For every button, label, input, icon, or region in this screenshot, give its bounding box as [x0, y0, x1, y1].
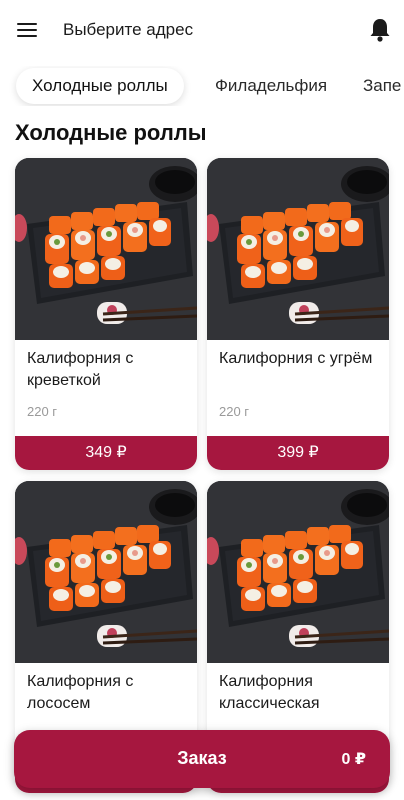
product-name: Калифорния с лососем	[27, 673, 134, 712]
order-label: Заказ	[177, 748, 227, 768]
top-bar: Выберите адрес	[0, 0, 404, 60]
product-card[interactable]: Калифорния с креветкой 220 г 349 ₽	[15, 158, 197, 470]
order-total: 0 ₽	[341, 751, 366, 768]
section-title: Холодные роллы	[15, 120, 207, 145]
hamburger-menu-icon[interactable]	[17, 20, 39, 40]
sushi-rolls-photo	[207, 158, 389, 340]
price-button[interactable]: 399 ₽	[207, 436, 389, 470]
sushi-rolls-photo	[207, 481, 389, 663]
product-name: Калифорния классическая	[219, 673, 320, 712]
order-button[interactable]: Заказ 0 ₽	[14, 730, 390, 788]
product-weight: 220 г	[27, 404, 58, 419]
product-name: Калифорния с креветкой	[27, 350, 134, 389]
price-button[interactable]: 349 ₽	[15, 436, 197, 470]
tab-philadelphia[interactable]: Филадельфия	[215, 68, 327, 104]
tab-cold-rolls[interactable]: Холодные роллы	[16, 68, 184, 104]
address-selector[interactable]: Выберите адрес	[63, 20, 193, 40]
sushi-rolls-photo	[15, 481, 197, 663]
sushi-rolls-photo	[15, 158, 197, 340]
category-tabs: Холодные роллы Филадельфия Запе	[0, 66, 404, 106]
product-name: Калифорния с угрём	[219, 350, 373, 367]
product-weight: 220 г	[219, 404, 250, 419]
product-card[interactable]: Калифорния с угрём 220 г 399 ₽	[207, 158, 389, 470]
tab-baked[interactable]: Запе	[363, 68, 401, 104]
notification-bell-icon[interactable]	[368, 17, 392, 43]
